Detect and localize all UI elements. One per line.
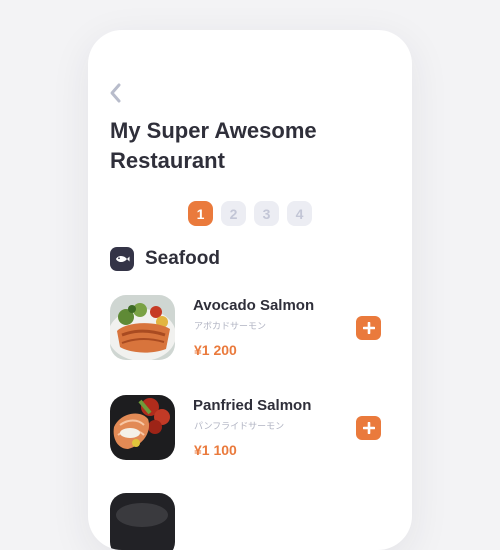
item-name: Avocado Salmon	[193, 297, 315, 314]
dish-image	[110, 295, 175, 360]
plus-icon	[362, 322, 375, 334]
menu-item	[110, 493, 386, 550]
item-price: ¥1 200	[194, 342, 237, 358]
item-subtitle: アボカドサーモン	[194, 321, 267, 331]
menu-item: Avocado Salmon アボカドサーモン ¥1 200	[110, 295, 386, 361]
dish-image	[110, 493, 175, 550]
step-2[interactable]: 2	[221, 201, 246, 226]
phone-screen: My Super Awesome Restaurant 1 2 3 4 Seaf…	[88, 30, 412, 550]
dish-image	[110, 395, 175, 460]
back-button[interactable]	[108, 82, 124, 104]
category-label: Seafood	[145, 248, 220, 269]
item-name: Panfried Salmon	[193, 397, 312, 414]
item-price: ¥1 100	[194, 442, 237, 458]
step-3[interactable]: 3	[254, 201, 279, 226]
chevron-left-icon	[110, 83, 121, 103]
add-button[interactable]	[356, 316, 381, 340]
plus-icon	[362, 422, 375, 434]
step-4[interactable]: 4	[287, 201, 312, 226]
category-header: Seafood	[110, 247, 220, 271]
page-title: My Super Awesome Restaurant	[110, 118, 317, 173]
step-1[interactable]: 1	[188, 201, 213, 226]
item-subtitle: パンフライドサーモン	[194, 421, 285, 431]
add-button[interactable]	[356, 416, 381, 440]
step-indicator: 1 2 3 4	[188, 201, 312, 226]
menu-item: Panfried Salmon パンフライドサーモン ¥1 100	[110, 395, 386, 461]
fish-icon	[110, 247, 134, 271]
